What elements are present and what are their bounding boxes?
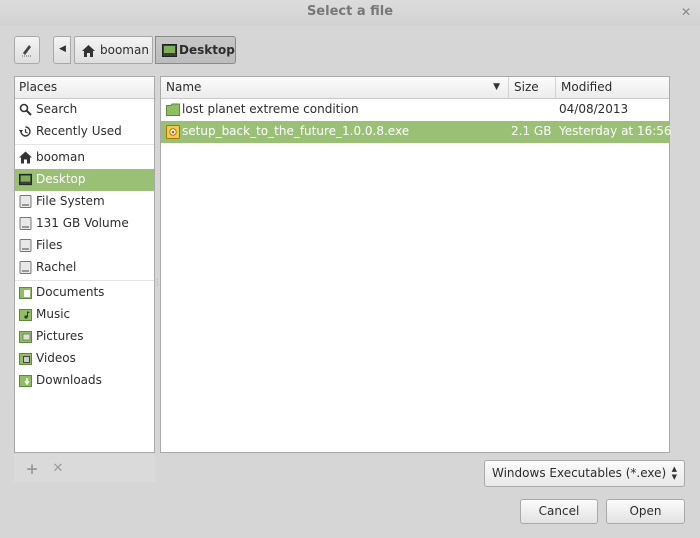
- path-button-home[interactable]: booman: [74, 36, 153, 64]
- pencil-icon: [22, 45, 32, 57]
- file-name: lost planet extreme condition: [182, 102, 359, 116]
- desktop-icon: [19, 173, 32, 186]
- file-chooser-dialog: Select a file ✕ ◀ booman Desktop Places …: [0, 0, 700, 538]
- path-scroll-left-button[interactable]: ◀: [53, 36, 71, 64]
- place-label: Pictures: [36, 329, 84, 343]
- path-button-desktop[interactable]: Desktop: [155, 36, 236, 64]
- home-icon: [19, 151, 32, 164]
- place-label: Documents: [36, 285, 105, 299]
- file-list: Name ▼ Size Modified lost planet extreme…: [160, 76, 672, 453]
- path-button-label: booman: [100, 43, 149, 57]
- close-icon[interactable]: ✕: [678, 4, 694, 20]
- place-videos[interactable]: Videos: [15, 348, 154, 370]
- place-music[interactable]: Music: [15, 304, 154, 326]
- title-bar: Select a file ✕: [0, 0, 700, 26]
- place-desktop[interactable]: Desktop: [15, 169, 154, 191]
- place-label: Recently Used: [36, 124, 122, 138]
- place-label: File System: [36, 194, 105, 208]
- place-file-system[interactable]: File System: [15, 191, 154, 213]
- remove-bookmark-icon[interactable]: ✕: [50, 462, 66, 478]
- drive-icon: [19, 261, 32, 274]
- folder-music-icon: [19, 309, 32, 321]
- places-sidebar: Places Search Recently Used booman Deskt…: [14, 76, 155, 453]
- file-modified: Yesterday at 16:56: [559, 124, 672, 138]
- place-search[interactable]: Search: [15, 99, 154, 121]
- column-header-name[interactable]: Name ▼: [161, 77, 509, 99]
- place-home[interactable]: booman: [15, 147, 154, 169]
- file-row[interactable]: setup_back_to_the_future_1.0.0.8.exe 2.1…: [161, 121, 672, 143]
- column-header-label: Size: [514, 80, 539, 94]
- place-label: Music: [36, 307, 71, 321]
- add-bookmark-icon[interactable]: +: [24, 462, 40, 478]
- search-icon: [19, 103, 32, 116]
- drive-icon: [19, 217, 32, 230]
- path-button-label: Desktop: [179, 43, 235, 57]
- updown-arrow-icon: ▲ ▼: [671, 465, 677, 481]
- column-header-modified[interactable]: Modified: [556, 77, 669, 99]
- home-icon: [82, 45, 95, 57]
- arrow-left-icon: ◀: [59, 44, 66, 54]
- place-label: booman: [36, 150, 85, 164]
- place-downloads[interactable]: Downloads: [15, 370, 154, 392]
- places-divider: [15, 280, 154, 281]
- place-documents[interactable]: Documents: [15, 282, 154, 304]
- column-header-label: Name: [166, 80, 202, 94]
- right-margin: [672, 76, 686, 453]
- desktop-icon: [162, 44, 177, 57]
- place-label: Downloads: [36, 373, 102, 387]
- place-label: Search: [36, 102, 78, 116]
- place-131gb-volume[interactable]: 131 GB Volume: [15, 213, 154, 235]
- exe-icon: [166, 125, 180, 139]
- place-recently-used[interactable]: Recently Used: [15, 121, 154, 143]
- place-label: Desktop: [36, 172, 86, 186]
- place-label: 131 GB Volume: [36, 216, 129, 230]
- sort-descending-icon: ▼: [493, 82, 500, 92]
- places-header[interactable]: Places: [15, 77, 154, 99]
- filter-value: Windows Executables (*.exe): [492, 466, 667, 480]
- drive-icon: [19, 239, 32, 252]
- folder-downloads-icon: [19, 375, 32, 387]
- open-button[interactable]: Open: [606, 499, 685, 524]
- column-header-label: Modified: [561, 80, 613, 94]
- file-row[interactable]: lost planet extreme condition 04/08/2013: [161, 99, 669, 121]
- file-type-filter-select[interactable]: Windows Executables (*.exe) ▲ ▼: [484, 460, 685, 487]
- place-label: Rachel: [36, 260, 77, 274]
- file-name: setup_back_to_the_future_1.0.0.8.exe: [182, 124, 410, 138]
- place-label: Files: [36, 238, 63, 252]
- folder-icon: [166, 103, 180, 116]
- dialog-title: Select a file: [306, 4, 394, 19]
- cancel-button[interactable]: Cancel: [520, 499, 598, 524]
- place-files[interactable]: Files: [15, 235, 154, 257]
- drive-icon: [19, 195, 32, 208]
- type-location-button[interactable]: [14, 36, 40, 64]
- file-size: 2.1 GB: [511, 124, 552, 138]
- place-pictures[interactable]: Pictures: [15, 326, 154, 348]
- folder-documents-icon: [19, 287, 32, 299]
- places-divider: [15, 144, 154, 145]
- place-rachel[interactable]: Rachel: [15, 257, 154, 279]
- folder-videos-icon: [19, 353, 32, 365]
- folder-pictures-icon: [19, 331, 32, 343]
- recent-icon: [19, 126, 31, 137]
- column-header-size[interactable]: Size: [509, 77, 556, 99]
- file-modified: 04/08/2013: [559, 102, 629, 116]
- place-label: Videos: [36, 351, 76, 365]
